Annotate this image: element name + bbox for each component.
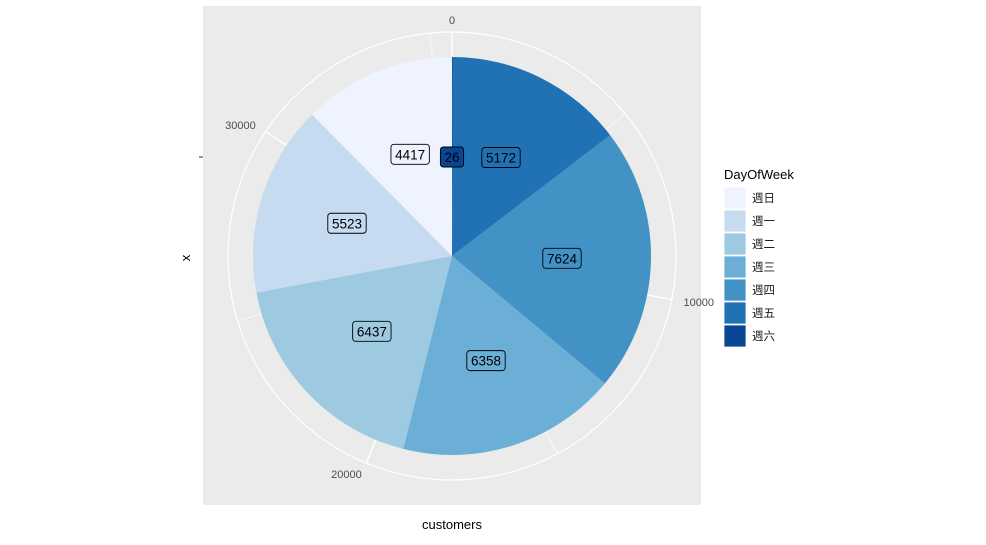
data-label-text: 5172 — [486, 151, 516, 166]
angular-tick-label: 30000 — [225, 120, 256, 132]
angular-tick-label: 0 — [449, 15, 455, 27]
legend-label: 週三 — [752, 261, 775, 274]
legend-swatch — [723, 278, 747, 302]
angular-tick-label: 10000 — [683, 297, 714, 309]
data-label-3: 6437 — [352, 320, 392, 342]
angular-tick-label: 20000 — [331, 469, 362, 481]
legend-swatch — [723, 232, 747, 256]
legend-swatch — [723, 324, 747, 348]
legend-label: 週日 — [752, 192, 775, 205]
legend-item-5: 週四 — [723, 278, 775, 302]
data-label-text: 5523 — [332, 216, 362, 231]
legend-swatch — [723, 255, 747, 279]
legend-title: DayOfWeek — [724, 167, 794, 182]
data-label-2: 5523 — [327, 212, 367, 234]
pie-chart-svg: 0 10000 20000 30000 4417 5523 6437 6358 7624 517… — [178, 6, 794, 532]
legend: DayOfWeek 週日週一週二週三週四週五週六 — [723, 167, 794, 348]
pie-slices — [252, 56, 651, 455]
legend-swatch — [723, 209, 747, 233]
legend-item-1: 週日 — [723, 186, 775, 210]
legend-label: 週五 — [752, 307, 775, 320]
legend-swatch — [723, 186, 747, 210]
chart-canvas: 0 10000 20000 30000 4417 5523 6437 6358 7624 517… — [0, 0, 986, 540]
legend-item-2: 週一 — [723, 209, 775, 233]
legend-item-3: 週二 — [723, 232, 775, 256]
legend-swatch — [723, 301, 747, 325]
data-label-7: 26 — [439, 146, 465, 168]
data-label-text: 6437 — [357, 324, 387, 339]
y-axis-title: x — [178, 254, 193, 261]
data-label-1: 4417 — [390, 143, 430, 165]
legend-label: 週六 — [752, 330, 775, 343]
data-label-6: 5172 — [481, 147, 521, 168]
data-label-5: 7624 — [542, 247, 582, 269]
legend-label: 週一 — [752, 215, 775, 228]
data-label-4: 6358 — [466, 350, 506, 372]
legend-label: 週二 — [752, 238, 775, 251]
data-label-text: 7624 — [547, 251, 578, 266]
legend-item-4: 週三 — [723, 255, 775, 279]
legend-item-7: 週六 — [723, 324, 775, 348]
data-label-text: 4417 — [395, 147, 425, 162]
data-label-text: 6358 — [471, 354, 501, 369]
legend-item-6: 週五 — [723, 301, 775, 325]
x-axis-title: customers — [422, 517, 482, 532]
data-label-text: 26 — [444, 150, 459, 165]
legend-label: 週四 — [752, 284, 775, 297]
